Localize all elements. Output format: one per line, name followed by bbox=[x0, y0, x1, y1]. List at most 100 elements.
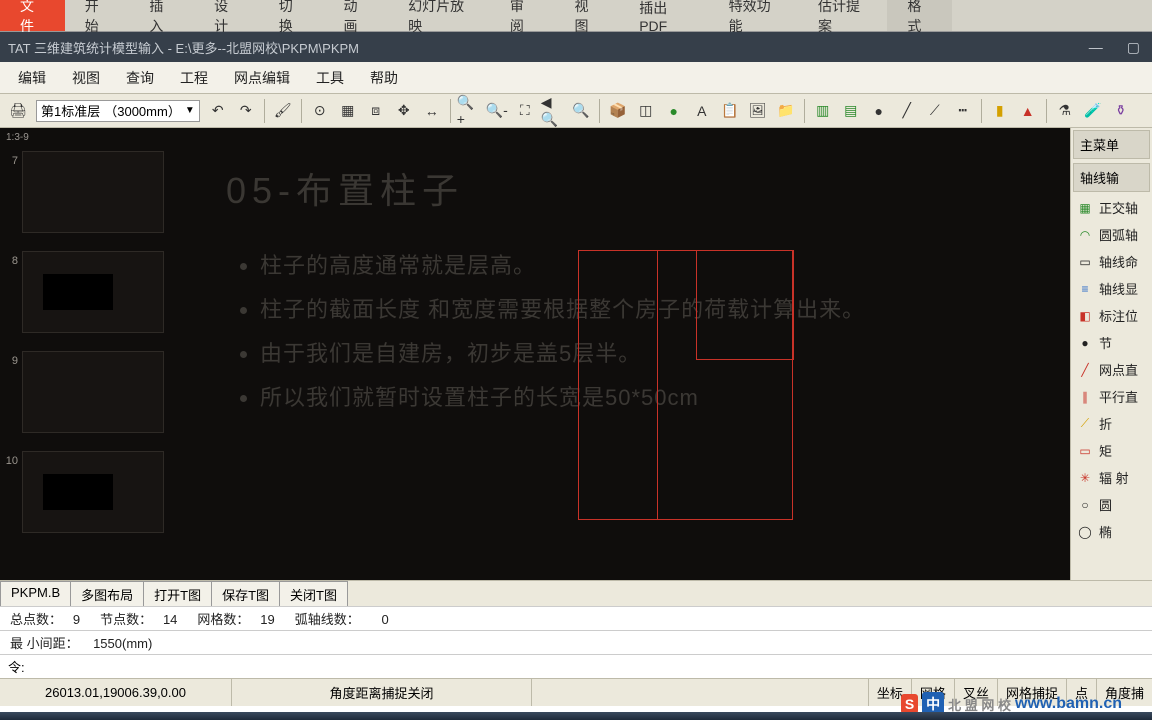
menu-edit[interactable]: 编辑 bbox=[6, 64, 58, 92]
ellipse-icon: ◯ bbox=[1077, 524, 1093, 540]
coord-readout: 26013.01,19006.39,0.00 bbox=[0, 679, 232, 706]
ribbon-tab-estimate[interactable]: 估计提案 bbox=[798, 0, 887, 31]
line-b-icon[interactable]: ⟋ bbox=[923, 99, 947, 123]
side-grid-line[interactable]: ╱网点直 bbox=[1071, 356, 1152, 383]
polyline-icon: ⟋ bbox=[1077, 416, 1093, 432]
arc-icon: ◠ bbox=[1077, 227, 1093, 243]
ribbon-tab-animation[interactable]: 动画 bbox=[323, 0, 388, 31]
ribbon-tab-pdf[interactable]: 插出PDF bbox=[619, 0, 708, 31]
image-icon[interactable]: 🖼 bbox=[746, 99, 770, 123]
ribbon-tab-format[interactable]: 格式 bbox=[887, 0, 952, 31]
tab-pkpm[interactable]: PKPM.B bbox=[0, 581, 71, 606]
side-rect[interactable]: ▭矩 bbox=[1071, 437, 1152, 464]
chem-b-icon[interactable]: 🧪 bbox=[1081, 99, 1105, 123]
tab-multi-layout[interactable]: 多图布局 bbox=[70, 581, 144, 606]
undo-icon[interactable]: ↶ bbox=[206, 99, 230, 123]
command-input[interactable] bbox=[25, 659, 1144, 674]
line-a-icon[interactable]: ╱ bbox=[895, 99, 919, 123]
command-line[interactable]: 令: bbox=[0, 654, 1152, 678]
marker-icon[interactable]: ▲ bbox=[1016, 99, 1040, 123]
flask-icon[interactable]: ⚱ bbox=[1109, 99, 1133, 123]
taskbar bbox=[0, 712, 1152, 720]
slide-content: 柱子的高度通常就是层高。 柱子的截面长度 和宽度需要根据整个房子的荷载计算出来。… bbox=[212, 244, 1040, 420]
side-arc-axis[interactable]: ◠圆弧轴 bbox=[1071, 221, 1152, 248]
side-axis-visible[interactable]: ≡轴线显 bbox=[1071, 275, 1152, 302]
zoom-extent-icon[interactable]: 🔍 bbox=[569, 99, 593, 123]
ribbon-tab-file[interactable]: 文件 bbox=[0, 0, 65, 31]
layer-dropdown[interactable]: 第1标准层 （3000mm） ▼ bbox=[36, 100, 200, 122]
cmd-prefix: 令: bbox=[8, 657, 25, 676]
ribbon-tab-review[interactable]: 审阅 bbox=[490, 0, 555, 31]
tab-close-t[interactable]: 关闭T图 bbox=[279, 581, 348, 606]
slide-thumb bbox=[22, 451, 164, 533]
chem-a-icon[interactable]: ⚗ bbox=[1053, 99, 1077, 123]
zoom-window-icon[interactable]: ⛶ bbox=[513, 99, 537, 123]
menu-grid-edit[interactable]: 网点编辑 bbox=[222, 64, 302, 92]
box-icon[interactable]: 📦 bbox=[606, 99, 630, 123]
rect-icon: ▭ bbox=[1077, 443, 1093, 459]
print-icon[interactable]: 🖨 bbox=[6, 99, 30, 123]
menu-view[interactable]: 视图 bbox=[60, 64, 112, 92]
menu-query[interactable]: 查询 bbox=[114, 64, 166, 92]
toolbar: 🖨 第1标准层 （3000mm） ▼ ↶ ↷ 🖌 ⊙ ▦ ⧈ ✥ ↔ 🔍+ 🔍-… bbox=[0, 94, 1152, 128]
copy-icon[interactable]: 📋 bbox=[718, 99, 742, 123]
folder-icon[interactable]: 📁 bbox=[774, 99, 798, 123]
side-panel: 主菜单 轴线输 ▦正交轴 ◠圆弧轴 ▭轴线命 ≡轴线显 ◧标注位 ●节 ╱网点直… bbox=[1070, 128, 1152, 580]
ribbon-tab-transition[interactable]: 切换 bbox=[259, 0, 324, 31]
dot-icon[interactable]: ● bbox=[867, 99, 891, 123]
slide-thumb bbox=[22, 251, 164, 333]
side-parallel[interactable]: ∥平行直 bbox=[1071, 383, 1152, 410]
ribbon-tab-design[interactable]: 设计 bbox=[194, 0, 259, 31]
tool-dim-icon[interactable]: ↔ bbox=[420, 99, 444, 123]
slide-8[interactable]: 8 bbox=[4, 251, 178, 333]
ribbon-tab-view[interactable]: 视图 bbox=[555, 0, 620, 31]
tool-move-icon[interactable]: ✥ bbox=[392, 99, 416, 123]
tool-mirror-icon[interactable]: ⧈ bbox=[364, 99, 388, 123]
tool-grid-icon[interactable]: ▦ bbox=[336, 99, 360, 123]
slide-num: 7 bbox=[4, 151, 22, 167]
dot-icon: ● bbox=[1077, 335, 1093, 351]
app-titlebar: TAT 三维建筑统计模型输入 - E:\更多--北盟网校\PKPM\PKPM —… bbox=[0, 32, 1152, 62]
side-node[interactable]: ●节 bbox=[1071, 329, 1152, 356]
chevron-down-icon: ▼ bbox=[185, 105, 195, 116]
zoom-prev-icon[interactable]: ◀🔍 bbox=[541, 99, 565, 123]
tool-snap-icon[interactable]: ⊙ bbox=[308, 99, 332, 123]
zoom-in-icon[interactable]: 🔍+ bbox=[457, 99, 481, 123]
minimize-button[interactable]: — bbox=[1089, 39, 1103, 56]
slide-9[interactable]: 9 bbox=[4, 351, 178, 433]
zoom-out-icon[interactable]: 🔍- bbox=[485, 99, 509, 123]
side-label-pos[interactable]: ◧标注位 bbox=[1071, 302, 1152, 329]
maximize-button[interactable]: ▢ bbox=[1127, 39, 1140, 56]
menu-help[interactable]: 帮助 bbox=[358, 64, 410, 92]
menu-project[interactable]: 工程 bbox=[168, 64, 220, 92]
slide-title: 05-布置柱子 bbox=[226, 162, 1040, 214]
tab-open-t[interactable]: 打开T图 bbox=[143, 581, 212, 606]
slide-7[interactable]: 7 bbox=[4, 151, 178, 233]
tab-save-t[interactable]: 保存T图 bbox=[211, 581, 280, 606]
side-title-main[interactable]: 主菜单 bbox=[1073, 130, 1150, 159]
cube-icon[interactable]: ◫ bbox=[634, 99, 658, 123]
sphere-icon[interactable]: ● bbox=[662, 99, 686, 123]
grid-a-icon[interactable]: ▥ bbox=[811, 99, 835, 123]
side-title-axis[interactable]: 轴线输 bbox=[1073, 163, 1150, 192]
redo-icon[interactable]: ↷ bbox=[234, 99, 258, 123]
canvas-area[interactable]: 05-布置柱子 柱子的高度通常就是层高。 柱子的截面长度 和宽度需要根据整个房子… bbox=[182, 128, 1070, 580]
side-ortho-axis[interactable]: ▦正交轴 bbox=[1071, 194, 1152, 221]
side-ellipse[interactable]: ◯椭 bbox=[1071, 518, 1152, 545]
side-circle[interactable]: ○圆 bbox=[1071, 491, 1152, 518]
dash-icon[interactable]: ┅ bbox=[951, 99, 975, 123]
slide-num: 9 bbox=[4, 351, 22, 367]
side-radial[interactable]: ✳辐 射 bbox=[1071, 464, 1152, 491]
text-icon[interactable]: A bbox=[690, 99, 714, 123]
ribbon-tab-insert[interactable]: 插入 bbox=[129, 0, 194, 31]
menu-tools[interactable]: 工具 bbox=[304, 64, 356, 92]
ribbon-tab-slideshow[interactable]: 幻灯片放映 bbox=[388, 0, 490, 31]
grid-b-icon[interactable]: ▤ bbox=[839, 99, 863, 123]
slide-10[interactable]: 10 bbox=[4, 451, 178, 533]
column-icon[interactable]: ▮ bbox=[988, 99, 1012, 123]
side-axis-name[interactable]: ▭轴线命 bbox=[1071, 248, 1152, 275]
ribbon-tab-home[interactable]: 开始 bbox=[65, 0, 130, 31]
side-polyline[interactable]: ⟋折 bbox=[1071, 410, 1152, 437]
ribbon-tab-effects[interactable]: 特效功能 bbox=[709, 0, 798, 31]
brush-icon[interactable]: 🖌 bbox=[271, 99, 295, 123]
